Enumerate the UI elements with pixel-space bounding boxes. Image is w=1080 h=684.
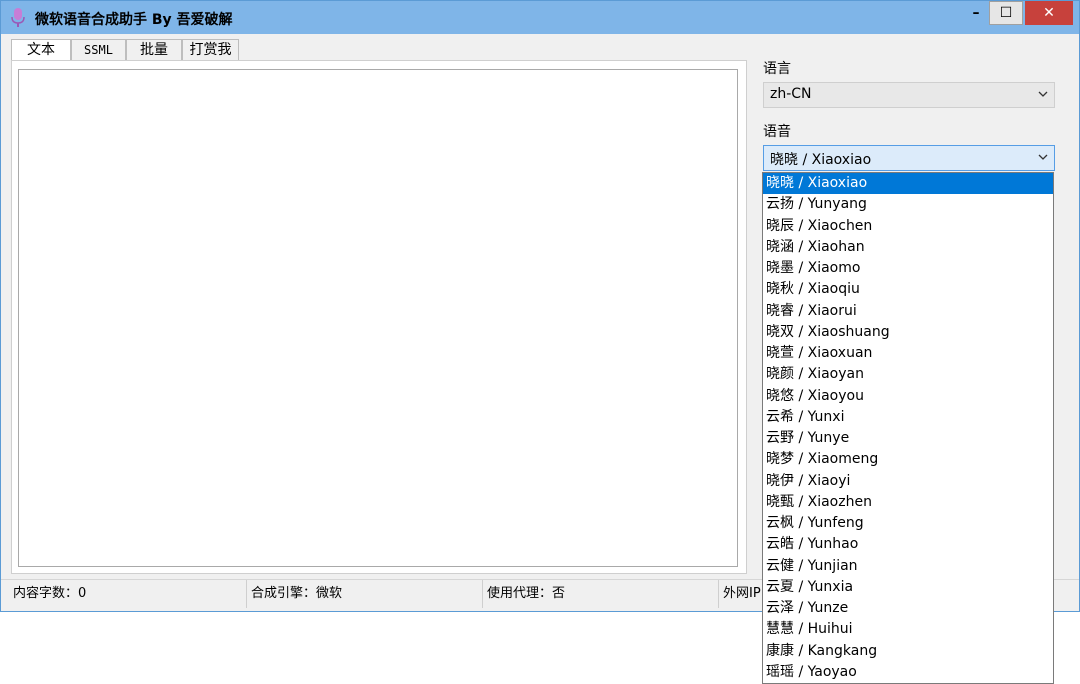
chevron-down-icon (1038, 154, 1048, 160)
voice-dropdown-list[interactable]: 晓晓 / Xiaoxiao 云扬 / Yunyang 晓辰 / Xiaochen… (762, 172, 1054, 684)
chevron-down-icon (1038, 91, 1048, 97)
voice-option[interactable]: 云泽 / Yunze (763, 598, 1053, 619)
voice-option[interactable]: 晓萱 / Xiaoxuan (763, 343, 1053, 364)
voice-option[interactable]: 康康 / Kangkang (763, 641, 1053, 662)
window-title: 微软语音合成助手 By 吾爱破解 (35, 12, 233, 28)
close-icon: ✕ (1043, 5, 1055, 21)
language-select[interactable]: zh-CN (763, 82, 1055, 108)
voice-option[interactable]: 晓辰 / Xiaochen (763, 216, 1053, 237)
voice-option[interactable]: 慧慧 / Huihui (763, 619, 1053, 640)
voice-label: 语音 (763, 124, 791, 140)
language-value: zh-CN (770, 86, 812, 102)
voice-option[interactable]: 晓梦 / Xiaomeng (763, 449, 1053, 470)
voice-option[interactable]: 晓秋 / Xiaoqiu (763, 279, 1053, 300)
voice-option[interactable]: 云希 / Yunxi (763, 407, 1053, 428)
voice-option[interactable]: 云野 / Yunye (763, 428, 1053, 449)
status-char-count: 内容字数：0 (9, 580, 247, 608)
voice-option[interactable]: 瑶瑶 / Yaoyao (763, 662, 1053, 683)
voice-option[interactable]: 云皓 / Yunhao (763, 534, 1053, 555)
voice-option[interactable]: 云夏 / Yunxia (763, 577, 1053, 598)
status-engine: 合成引擎：微软 (247, 580, 483, 608)
text-tab-panel (11, 60, 747, 574)
minimize-icon: – (972, 5, 980, 21)
tab-batch[interactable]: 批量 (126, 39, 182, 61)
language-label: 语言 (763, 61, 791, 77)
status-proxy: 使用代理：否 (483, 580, 719, 608)
voice-option[interactable]: 晓墨 / Xiaomo (763, 258, 1053, 279)
microphone-icon (11, 8, 25, 27)
tab-donate[interactable]: 打赏我 (182, 39, 239, 61)
close-button[interactable]: ✕ (1025, 1, 1073, 25)
voice-option[interactable]: 晓晓 / Xiaoxiao (763, 173, 1053, 195)
voice-option[interactable]: 晓睿 / Xiaorui (763, 301, 1053, 322)
voice-option[interactable]: 晓颜 / Xiaoyan (763, 364, 1053, 385)
voice-value: 晓晓 / Xiaoxiao (770, 152, 872, 168)
voice-option[interactable]: 晓伊 / Xiaoyi (763, 471, 1053, 492)
voice-option[interactable]: 云扬 / Yunyang (763, 194, 1053, 215)
voice-option[interactable]: 晓悠 / Xiaoyou (763, 386, 1053, 407)
voice-select[interactable]: 晓晓 / Xiaoxiao (763, 145, 1055, 171)
voice-option[interactable]: 晓甄 / Xiaozhen (763, 492, 1053, 513)
tab-ssml[interactable]: SSML (71, 39, 126, 61)
minimize-button[interactable]: – (959, 1, 993, 25)
voice-option[interactable]: 晓涵 / Xiaohan (763, 237, 1053, 258)
text-input[interactable] (18, 69, 738, 567)
maximize-icon: ☐ (999, 5, 1013, 21)
title-bar[interactable]: 微软语音合成助手 By 吾爱破解 – ☐ ✕ (1, 1, 1079, 34)
maximize-button[interactable]: ☐ (989, 1, 1023, 25)
voice-option[interactable]: 晓双 / Xiaoshuang (763, 322, 1053, 343)
voice-option[interactable]: 云枫 / Yunfeng (763, 513, 1053, 534)
voice-option[interactable]: 云健 / Yunjian (763, 556, 1053, 577)
